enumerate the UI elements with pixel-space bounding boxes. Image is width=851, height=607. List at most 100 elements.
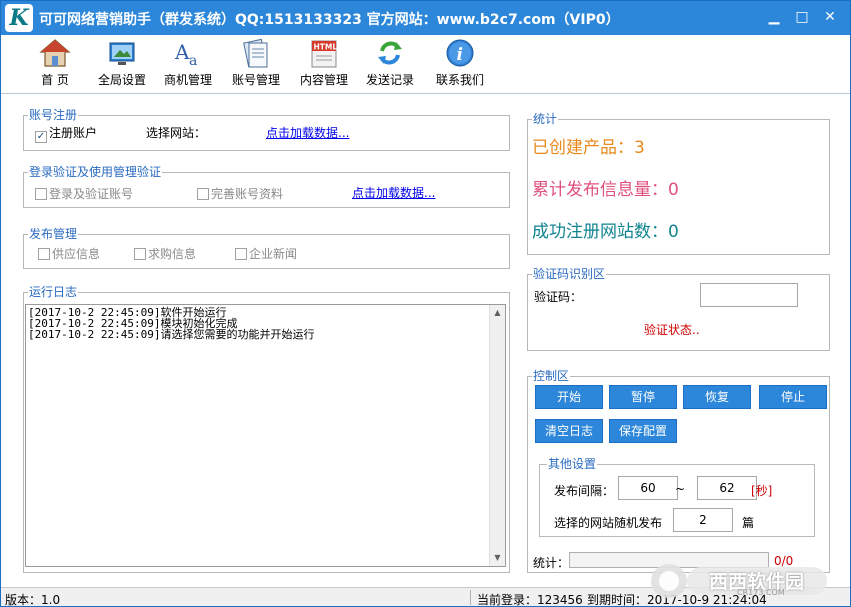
toolbar-divider [1, 93, 850, 94]
purchase-info-label: 求购信息 [148, 247, 197, 261]
clear-log-button[interactable]: 清空日志 [535, 419, 603, 443]
home-icon [39, 39, 71, 67]
toolbar-global-settings-label: 全局设置 [97, 73, 146, 87]
scroll-down-icon[interactable]: ▼ [492, 552, 503, 564]
app-window: K 可可网络营销助手（群发系统）QQ:1513133323 官方网站：www.b… [0, 0, 851, 607]
status-divider [470, 590, 471, 605]
font-icon: A a [174, 40, 197, 69]
captcha-label: 验证码： [534, 290, 583, 304]
random-unit-label: 篇 [742, 516, 755, 530]
control-title: 控制区 [532, 369, 571, 383]
minimize-button[interactable]: ▁ [763, 7, 785, 27]
version-text: 版本：1.0 [5, 593, 61, 607]
complete-profile-checkbox[interactable]: 完善账号资料 [197, 185, 283, 202]
login-verification-title: 登录验证及使用管理验证 [28, 165, 163, 179]
register-account-checkbox[interactable]: ✓ 注册账户 [35, 124, 97, 143]
start-button[interactable]: 开始 [535, 385, 603, 409]
other-settings-title: 其他设置 [547, 457, 598, 471]
publish-management-title: 发布管理 [28, 227, 79, 241]
html-icon: HTML [311, 40, 338, 68]
close-button[interactable]: ✕ [819, 7, 841, 27]
random-publish-label: 选择的网站随机发布 [554, 516, 663, 530]
scroll-up-icon[interactable]: ▲ [492, 307, 503, 319]
checkbox-checked-icon: ✓ [35, 131, 47, 143]
toolbar-send-log-label: 发送记录 [365, 73, 414, 87]
account-icon [243, 38, 268, 68]
interval-tilde: ~ [675, 482, 686, 496]
svg-text:i: i [457, 45, 463, 65]
company-news-checkbox[interactable]: 企业新闻 [235, 245, 297, 262]
random-count-input[interactable]: 2 [673, 508, 733, 532]
published-total-stat: 累计发布信息量：0 [532, 180, 679, 200]
account-registration-title: 账号注册 [28, 108, 79, 122]
load-data-link-2[interactable]: 点击加载数据... [352, 184, 435, 201]
toolbar-content-button[interactable]: HTML 内容管理 [297, 37, 351, 91]
created-products-stat: 已创建产品：3 [532, 138, 645, 158]
run-log-text: [2017-10-2 22:45:09]软件开始运行 [2017-10-2 22… [28, 306, 315, 341]
run-log-textarea[interactable]: [2017-10-2 22:45:09]软件开始运行 [2017-10-2 22… [25, 304, 506, 567]
checkbox-unchecked-icon [197, 188, 209, 200]
toolbar-account-button[interactable]: 账号管理 [229, 37, 283, 91]
info-icon: i [446, 39, 474, 67]
toolbar-home-button[interactable]: 首 页 [35, 37, 75, 91]
other-settings-group: 其他设置 发布间隔： 60 ~ 62 [秒] 选择的网站随机发布 2 篇 [539, 457, 815, 537]
account-registration-group: 账号注册 ✓ 注册账户 选择网站： 点击加载数据... [23, 108, 510, 151]
interval-max-input[interactable]: 62 [697, 476, 757, 500]
statistics-group: 统计 已创建产品：3 累计发布信息量：0 成功注册网站数：0 [527, 112, 830, 255]
statistics-title: 统计 [532, 112, 559, 126]
toolbar-contact-button[interactable]: i 联系我们 [433, 37, 487, 91]
checkbox-unchecked-icon [38, 248, 50, 260]
interval-min-input[interactable]: 60 [618, 476, 678, 500]
toolbar-account-label: 账号管理 [231, 73, 280, 87]
watermark-subtext: CR173.COM [737, 588, 785, 597]
register-account-label: 注册账户 [49, 126, 98, 140]
log-scrollbar[interactable]: ▲ ▼ [489, 305, 505, 566]
captcha-status: 验证状态.. [644, 323, 700, 337]
refresh-icon [378, 41, 402, 65]
captcha-input[interactable] [700, 283, 798, 307]
interval-unit: [秒] [751, 484, 773, 498]
toolbar-business-label: 商机管理 [163, 73, 212, 87]
load-data-link[interactable]: 点击加载数据... [266, 124, 349, 141]
checkbox-unchecked-icon [134, 248, 146, 260]
publish-management-group: 发布管理 供应信息 求购信息 企业新闻 [23, 227, 510, 269]
toolbar: 首 页 全局设置 A a 商机管理 账号管理 HTML 内容管理 发送记录 i … [1, 35, 850, 93]
watermark-logo: 西西软件园 CR173.COM [649, 561, 829, 601]
toolbar-send-log-button[interactable]: 发送记录 [363, 37, 417, 91]
window-title: 可可网络营销助手（群发系统）QQ:1513133323 官方网站：www.b2c… [39, 12, 620, 28]
login-verification-group: 登录验证及使用管理验证 登录及验证账号 完善账号资料 点击加载数据... [23, 165, 510, 208]
purchase-info-checkbox[interactable]: 求购信息 [134, 245, 196, 262]
progress-label: 统计： [533, 556, 570, 570]
toolbar-contact-label: 联系我们 [435, 73, 484, 87]
svg-text:A: A [174, 40, 190, 64]
settings-icon [109, 42, 135, 65]
complete-profile-label: 完善账号资料 [211, 187, 284, 201]
resume-button[interactable]: 恢复 [683, 385, 751, 409]
save-config-button[interactable]: 保存配置 [609, 419, 677, 443]
title-bar[interactable]: K 可可网络营销助手（群发系统）QQ:1513133323 官方网站：www.b… [1, 1, 850, 35]
svg-text:a: a [189, 53, 197, 69]
current-login-text: 当前登录：123456 [477, 593, 583, 607]
select-site-label: 选择网站： [146, 126, 207, 140]
interval-label: 发布间隔： [554, 484, 615, 498]
login-verify-label: 登录及验证账号 [49, 187, 134, 201]
login-verify-checkbox[interactable]: 登录及验证账号 [35, 185, 133, 202]
registered-sites-stat: 成功注册网站数：0 [532, 222, 679, 242]
run-log-title: 运行日志 [28, 285, 79, 299]
captcha-group: 验证码识别区 验证码： 验证状态.. [527, 267, 830, 351]
toolbar-home-label: 首 页 [41, 73, 69, 87]
control-group: 控制区 开始 暂停 恢复 停止 清空日志 保存配置 其他设置 发布间隔： 60 … [527, 369, 830, 573]
checkbox-unchecked-icon [235, 248, 247, 260]
captcha-title: 验证码识别区 [532, 267, 607, 281]
maximize-button[interactable]: □ [791, 7, 813, 27]
stop-button[interactable]: 停止 [759, 385, 827, 409]
supply-info-checkbox[interactable]: 供应信息 [38, 245, 100, 262]
supply-info-label: 供应信息 [52, 247, 101, 261]
toolbar-content-label: 内容管理 [299, 73, 348, 87]
toolbar-global-settings-button[interactable]: 全局设置 [95, 37, 149, 91]
svg-text:HTML: HTML [314, 43, 338, 52]
toolbar-business-button[interactable]: A a 商机管理 [161, 37, 215, 91]
checkbox-unchecked-icon [35, 188, 47, 200]
app-logo-icon: K [5, 4, 33, 32]
pause-button[interactable]: 暂停 [609, 385, 677, 409]
